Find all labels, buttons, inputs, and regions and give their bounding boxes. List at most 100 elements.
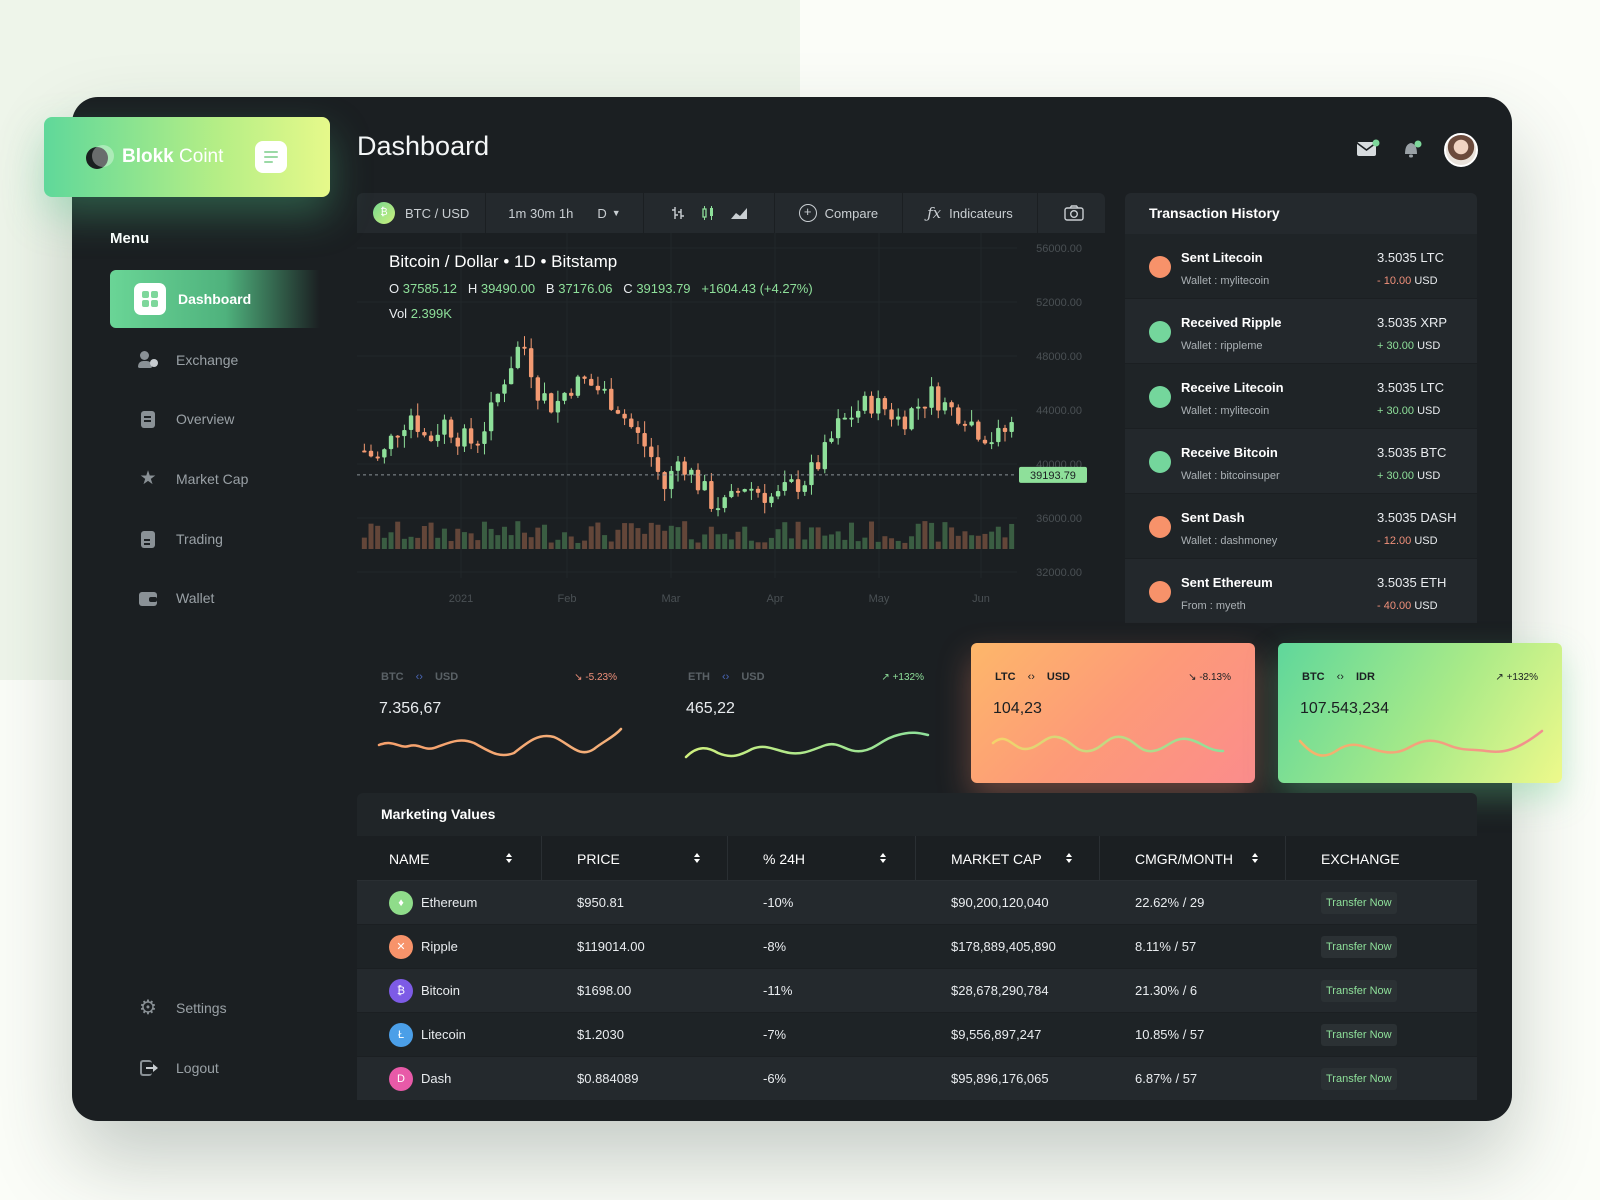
volume-bar [842, 539, 848, 549]
sort-icon[interactable] [693, 851, 701, 865]
transaction-usd-currency: USD [1417, 470, 1441, 482]
candles-icon[interactable] [700, 205, 716, 221]
bell-icon[interactable] [1400, 138, 1424, 160]
volume-label: Vol [389, 306, 408, 321]
sort-icon[interactable] [1251, 851, 1259, 865]
table-row[interactable]: ♦ Ethereum $950.81 -10% $90,200,120,040 22.62… [357, 881, 1477, 925]
rate-card-eth-usd[interactable]: ETH ‹› USD ↗ +132% 465,22 [664, 643, 948, 783]
rate-card-btc-idr[interactable]: BTC ‹› IDR ↗ +132% 107.543,234 [1278, 643, 1562, 783]
candle-body [916, 406, 921, 409]
candle-body [575, 376, 581, 396]
indicators-button[interactable]: ƒx Indicateurs [903, 193, 1038, 233]
candle-body [715, 508, 721, 511]
sidebar-item-settings[interactable]: ⚙ Settings [110, 979, 320, 1037]
candle-body [669, 470, 674, 490]
table-row[interactable]: D Dash $0.884089 -6% $95,896,176,065 6.87% / … [357, 1057, 1477, 1101]
brand-name: Blokk Coint [122, 146, 224, 167]
volume-bar [802, 539, 808, 549]
chart-type-selector[interactable] [644, 193, 775, 233]
transfer-now-button[interactable]: Transfer Now [1321, 892, 1397, 914]
table-row[interactable]: Ł Litecoin $1.2030 -7% $9,556,897,247 10.85% … [357, 1013, 1477, 1057]
transaction-usd-currency: USD [1414, 275, 1438, 287]
table-row[interactable]: ₿ Bitcoin $1698.00 -11% $28,678,290,784 21.30… [357, 969, 1477, 1013]
rate-card-value: 104,23 [993, 700, 1042, 717]
rate-card-ltc-usd[interactable]: LTC ‹› USD ↘ -8.13% 104,23 [971, 643, 1255, 783]
x-tick-label: May [869, 593, 890, 605]
rate-card-change-value: +132% [1506, 672, 1538, 683]
volume-bar [655, 524, 661, 549]
cell-name: Litecoin [421, 1027, 466, 1042]
sidebar-item-wallet[interactable]: Wallet [110, 569, 320, 627]
plus-circle-icon: + [798, 204, 817, 222]
volume-bar [849, 522, 854, 549]
transaction-usd-value: + 30.00 [1377, 340, 1415, 352]
sidebar-item-logout[interactable]: Logout [110, 1039, 320, 1097]
transfer-now-button[interactable]: Transfer Now [1321, 1068, 1397, 1090]
sidebar-item-trading[interactable]: Trading [110, 510, 320, 568]
candle-body [475, 443, 480, 446]
transaction-row[interactable]: Sent Ethereum From : myeth 3.5035 ETH - 40.… [1125, 559, 1477, 624]
candle-body [649, 446, 654, 458]
transaction-row[interactable]: Sent Dash Wallet : dashmoney 3.5035 DASH - … [1125, 494, 1477, 559]
interval-label: 1m 30m 1h [508, 205, 574, 221]
mail-icon[interactable] [1356, 138, 1380, 160]
volume-bar [995, 526, 1001, 549]
rate-card-btc-usd[interactable]: BTC ‹› USD ↘ -5.23% 7.356,67 [357, 643, 641, 783]
rate-card-to: USD [1046, 671, 1071, 683]
open-value: 37585.12 [402, 281, 457, 296]
open-label: O [389, 281, 400, 296]
table-row[interactable]: ✕ Ripple $119014.00 -8% $178,889,405,890 8.11… [357, 925, 1477, 969]
transaction-coin-icon [1149, 256, 1171, 278]
sidebar-item-dashboard[interactable]: Dashboard [110, 270, 320, 328]
sparkline [684, 731, 930, 759]
transaction-row[interactable]: Receive Litecoin Wallet : mylitecoin 3.503… [1125, 364, 1477, 429]
sort-icon[interactable] [505, 851, 513, 865]
volume-bar [975, 535, 981, 549]
gear-icon: ⚙ [139, 997, 157, 1019]
volume-bar [675, 527, 681, 549]
hamburger-menu-button[interactable] [255, 141, 287, 173]
transaction-title: Sent Litecoin [1181, 250, 1263, 265]
candle-body [902, 416, 908, 430]
transfer-now-button[interactable]: Transfer Now [1321, 936, 1397, 958]
star-icon: ★ [139, 468, 157, 489]
interval-selector[interactable]: 1m 30m 1h D ▼ [486, 193, 644, 233]
area-chart-icon[interactable] [730, 205, 748, 221]
candle-body [742, 488, 747, 492]
bars-icon[interactable] [670, 205, 686, 221]
transfer-now-button[interactable]: Transfer Now [1321, 980, 1397, 1002]
rate-card-to: USD [741, 671, 765, 683]
sidebar-item-overview[interactable]: Overview [110, 390, 320, 448]
pair-selector[interactable]: BTC / USD [357, 193, 487, 233]
sidebar-item-exchange[interactable]: Exchange [110, 331, 320, 389]
candle-body [555, 400, 561, 413]
candle-body [982, 439, 988, 444]
swap-icon[interactable]: ‹› [1337, 671, 1344, 683]
transaction-row[interactable]: Received Ripple Wallet : rippleme 3.5035 X… [1125, 299, 1477, 364]
compare-button[interactable]: + Compare [775, 193, 904, 233]
sort-icon[interactable] [879, 851, 887, 865]
volume-bar [882, 536, 888, 549]
transaction-row[interactable]: Receive Bitcoin Wallet : bitcoinsuper 3.50… [1125, 429, 1477, 494]
transfer-now-button[interactable]: Transfer Now [1321, 1024, 1397, 1046]
low-label: B [545, 281, 555, 296]
candle-body [609, 388, 614, 411]
swap-icon[interactable]: ‹› [722, 671, 729, 683]
transaction-wallet: Wallet : bitcoinsuper [1181, 470, 1280, 482]
transaction-title: Receive Bitcoin [1181, 445, 1278, 460]
volume-bar [949, 527, 955, 549]
rate-card-from: BTC [381, 671, 404, 683]
cell-change: -11% [763, 983, 793, 998]
candle-body [942, 402, 948, 411]
sidebar-item-market-cap[interactable]: ★ Market Cap [110, 450, 320, 508]
candle-body [395, 435, 400, 438]
screenshot-button[interactable] [1038, 193, 1110, 233]
column-change: % 24H [763, 851, 806, 867]
avatar[interactable] [1444, 133, 1478, 167]
volume-bar [755, 542, 761, 549]
sort-icon[interactable] [1065, 851, 1073, 865]
swap-icon[interactable]: ‹› [1028, 671, 1035, 683]
transaction-row[interactable]: Sent Litecoin Wallet : mylitecoin 3.5035 L… [1125, 234, 1477, 299]
swap-icon[interactable]: ‹› [416, 671, 423, 683]
transaction-coin-icon [1149, 516, 1171, 538]
